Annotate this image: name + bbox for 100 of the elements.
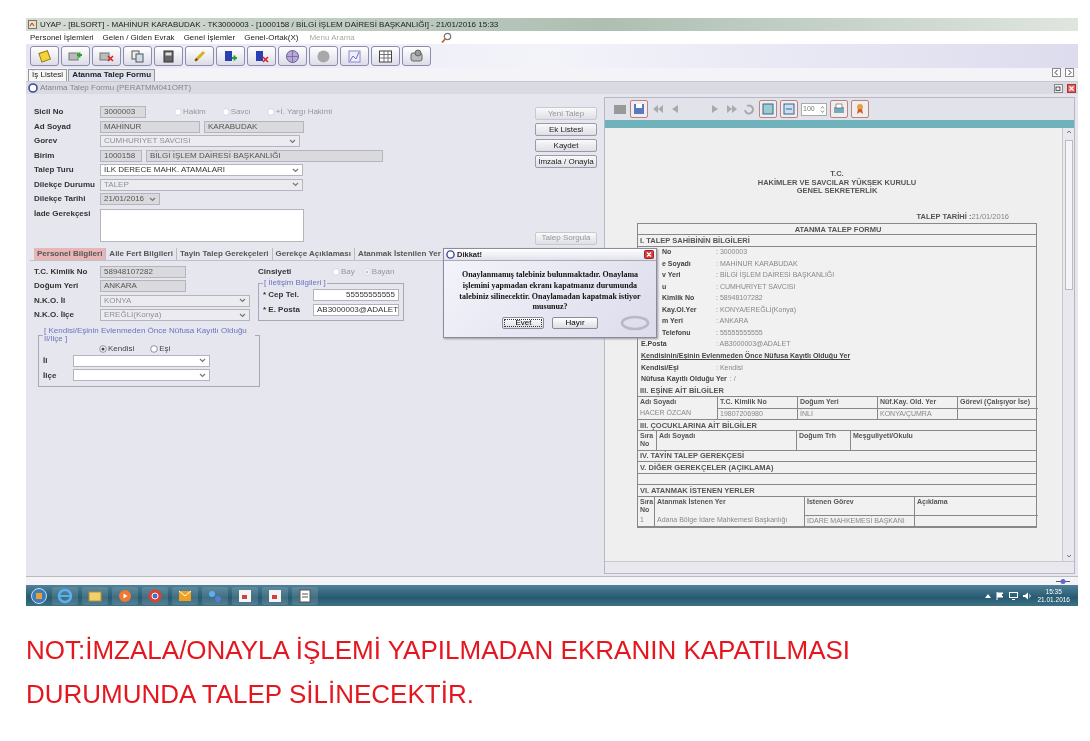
toolbar-button[interactable] (154, 46, 183, 66)
radio-circle-icon (266, 108, 275, 117)
calculator-icon (161, 48, 176, 64)
radio-circle-icon (332, 267, 340, 276)
input-field[interactable]: 1000158 (100, 149, 142, 162)
radio-option[interactable]: Kendisi (99, 344, 135, 354)
pin-icon (1056, 577, 1070, 585)
field-label: * E. Posta (263, 304, 301, 315)
toolbar-button[interactable] (216, 46, 245, 66)
toolbar-button[interactable] (371, 46, 400, 66)
tab[interactable]: Tayin Talep Gerekçeleri (176, 248, 273, 260)
action-button[interactable]: İmzala / Onayla (535, 155, 597, 168)
first-page-icon[interactable] (651, 102, 665, 116)
field-label: N.K.O. İlçe (34, 310, 75, 321)
form-title: Atanma Talep Formu (PERATMM041ORT) (40, 83, 192, 93)
scroll-right-icon[interactable] (1065, 68, 1074, 77)
taskbar-button[interactable] (262, 586, 288, 605)
tab[interactable]: Personel Bilgileri (34, 248, 107, 260)
caret-icon (292, 182, 299, 188)
document-add-icon (223, 48, 238, 64)
scroll-left-icon[interactable] (1052, 68, 1061, 77)
input-field[interactable]: 58948107282 (100, 265, 186, 278)
window-title: UYAP - [BLSORT] - MAHİNUR KARABUDAK - TK3000003 - [1000158 / BİLGİ İŞLEM DAİRESİ BAŞKANLIĞI] - 21/01/2016 15:33 (40, 19, 499, 30)
menu-item[interactable]: Genel İşlemler (183, 32, 236, 43)
document-remove-icon (254, 48, 269, 64)
browser-icon (56, 587, 74, 604)
print-button[interactable] (830, 100, 848, 118)
dropdown[interactable] (73, 354, 210, 367)
caret-icon (239, 298, 246, 304)
caret-icon (289, 138, 296, 144)
chart-icon (347, 48, 362, 64)
note-icon (37, 48, 52, 64)
taskbar-button[interactable] (232, 586, 258, 605)
radio-option[interactable]: Eşi (150, 344, 171, 354)
field-label: İl (43, 356, 49, 366)
input-field[interactable]: MAHİNUR (100, 120, 200, 133)
taskbar-button[interactable] (292, 586, 318, 605)
award-button[interactable] (851, 100, 869, 118)
flag-icon[interactable] (996, 591, 1005, 600)
restore-icon[interactable] (1054, 83, 1063, 93)
date-field[interactable]: 21/01/2016 (100, 193, 160, 206)
field-label: Cinsiyeti (258, 266, 293, 277)
field-label: Talep Turu (34, 165, 75, 176)
close-icon[interactable] (644, 250, 654, 260)
dropdown[interactable]: İLK DERECE MAHK. ATAMALARI (100, 164, 303, 177)
action-button[interactable]: Kaydet (535, 139, 597, 152)
caret-icon (239, 312, 246, 318)
field-label: * Cep Tel. (263, 290, 300, 300)
input-field[interactable]: AB3000003@ADALET (313, 303, 399, 316)
save-button[interactable] (630, 100, 648, 118)
text-area[interactable] (100, 208, 304, 242)
field-label: Sicil No (34, 107, 65, 118)
dialog-button[interactable]: Hayır (552, 317, 598, 329)
field-label: T.C. Kimlik No (34, 266, 89, 277)
dialog-message: Onaylanmamış talebiniz bulunmaktadır. Onaylama işlemini yapmadan ekranı kapatmanız durumunda talebiniz silinecektir. Onaylamadan kapatmak istiyor musunuz? (459, 270, 641, 312)
dialog-button[interactable]: Evet (502, 317, 545, 329)
save-icon (632, 102, 646, 116)
input-field[interactable]: KARABUDAK (204, 120, 304, 133)
tab[interactable]: İş Listesi (28, 69, 68, 81)
menu-item[interactable]: Personel İşlemleri (30, 32, 94, 43)
toolbar-button[interactable] (247, 46, 276, 66)
fit-page-icon (761, 102, 775, 116)
fit-width-icon (782, 102, 796, 116)
toolbar-button[interactable] (278, 46, 307, 66)
tab[interactable]: Gerekçe Açıklaması (272, 248, 355, 260)
taskbar-button[interactable] (172, 586, 198, 605)
input-field[interactable]: BİLGİ İŞLEM DAİRESİ BAŞKANLIĞI (146, 149, 383, 162)
field-label: Doğum Yeri (34, 281, 80, 292)
document-icon (296, 587, 314, 604)
input-field[interactable]: 55555555555 (313, 289, 399, 302)
refresh-icon[interactable] (742, 102, 756, 116)
action-button[interactable]: Ek Listesi (535, 123, 597, 136)
caret-icon (149, 196, 156, 202)
last-page-icon[interactable] (725, 102, 739, 116)
tab[interactable]: Atanma Talep Formu (68, 69, 156, 81)
menu-item[interactable]: Gelen / Giden Evrak (102, 32, 175, 43)
speaker-icon[interactable] (1023, 591, 1033, 600)
scrollbar-thumb[interactable] (1064, 140, 1073, 290)
taskbar-button[interactable] (112, 586, 138, 605)
caret-icon (199, 358, 206, 364)
input-field[interactable]: ANKARA (100, 280, 186, 293)
toolbar-button[interactable] (92, 46, 121, 66)
input-field[interactable]: 3000003 (100, 106, 146, 119)
taskbar-button[interactable] (142, 586, 168, 605)
tab[interactable]: Aile Fert Bilgileri (106, 248, 177, 260)
menu-item[interactable]: Genel-Ortak(X) (244, 32, 299, 43)
caret-icon (292, 167, 299, 173)
folder-icon[interactable] (613, 102, 627, 116)
close-icon[interactable] (1067, 83, 1076, 93)
up-arrow-icon[interactable] (985, 593, 992, 598)
scroll-up-icon[interactable] (1064, 128, 1073, 136)
pen-icon (192, 48, 207, 64)
radio-circle-icon (99, 344, 107, 353)
circle-icon (28, 83, 38, 93)
start-orb-icon[interactable] (30, 587, 48, 604)
fit-width-button[interactable] (780, 100, 798, 118)
taskbar-button[interactable] (82, 586, 108, 605)
toolbar-button[interactable] (402, 46, 431, 66)
fit-page-button[interactable] (759, 100, 777, 118)
dropdown[interactable] (73, 369, 210, 382)
